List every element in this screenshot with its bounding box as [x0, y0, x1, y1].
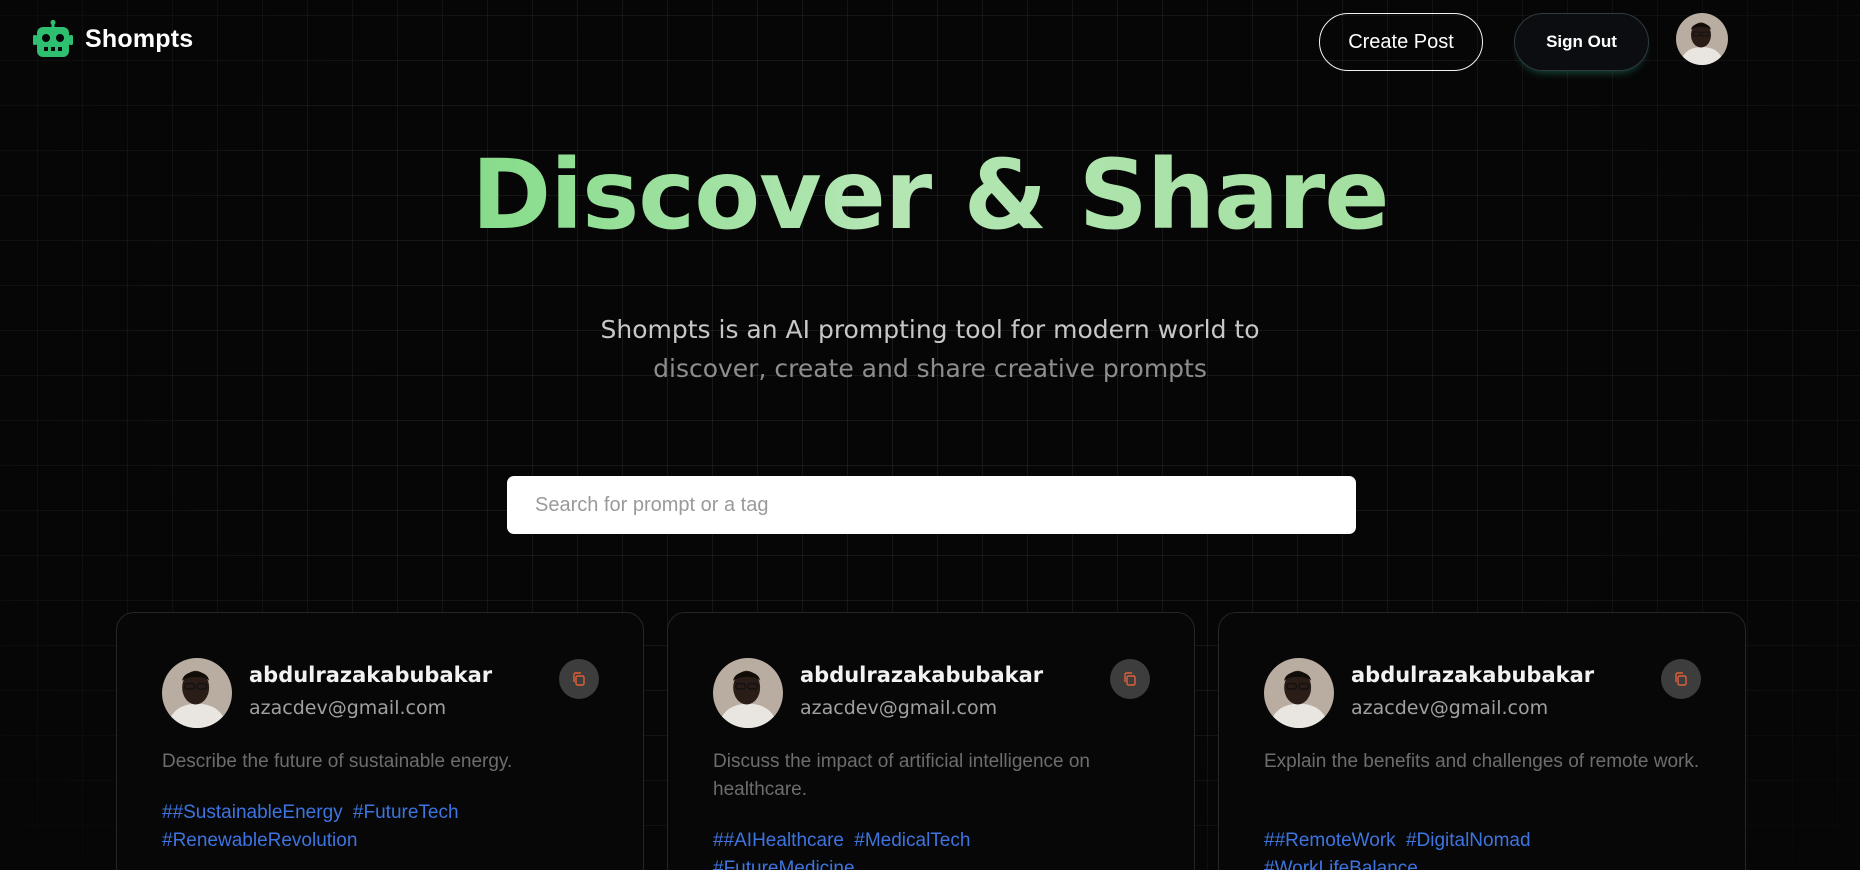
copy-button[interactable] [1661, 659, 1701, 699]
tag[interactable]: ##SustainableEnergy [162, 802, 343, 823]
card-email: azacdev@gmail.com [1351, 697, 1549, 719]
prompt-card[interactable]: abdulrazakabubakar azacdev@gmail.com Dis… [667, 612, 1195, 870]
card-username[interactable]: abdulrazakabubakar [249, 663, 492, 687]
card-tags: ##RemoteWork #DigitalNomad #WorkLifeBala… [1264, 827, 1664, 870]
robot-icon [33, 20, 73, 57]
copy-icon [573, 672, 585, 686]
user-avatar[interactable] [713, 658, 783, 728]
tag[interactable]: ##RemoteWork [1264, 830, 1396, 851]
tag[interactable]: #FutureTech [353, 802, 459, 823]
copy-button[interactable] [1110, 659, 1150, 699]
user-avatar[interactable] [162, 658, 232, 728]
copy-button[interactable] [559, 659, 599, 699]
copy-icon [1675, 672, 1687, 686]
tag[interactable]: #DigitalNomad [1406, 830, 1531, 851]
page-title: Discover & Share [471, 139, 1390, 251]
prompt-card[interactable]: abdulrazakabubakar azacdev@gmail.com Des… [116, 612, 644, 870]
card-tags: ##SustainableEnergy #FutureTech #Renewab… [162, 799, 562, 855]
card-username[interactable]: abdulrazakabubakar [1351, 663, 1594, 687]
tag[interactable]: #WorkLifeBalance [1264, 858, 1418, 870]
card-prompt: Discuss the impact of artificial intelli… [713, 751, 1091, 800]
prompt-card[interactable]: abdulrazakabubakar azacdev@gmail.com Exp… [1218, 612, 1746, 870]
search-input[interactable] [507, 476, 1356, 534]
tag[interactable]: #MedicalTech [854, 830, 970, 851]
copy-icon [1124, 672, 1136, 686]
sign-out-button[interactable]: Sign Out [1514, 13, 1649, 71]
profile-avatar[interactable] [1676, 13, 1728, 65]
card-email: azacdev@gmail.com [249, 697, 447, 719]
card-email: azacdev@gmail.com [800, 697, 998, 719]
card-username[interactable]: abdulrazakabubakar [800, 663, 1043, 687]
page-subtitle: Shompts is an AI prompting tool for mode… [0, 310, 1860, 388]
page: Shompts Create Post Sign Out Discover & … [0, 0, 1860, 870]
card-tags: ##AIHealthcare #MedicalTech #FutureMedic… [713, 827, 1113, 870]
subtitle-line-1: Shompts is an AI prompting tool for mode… [600, 315, 1260, 344]
subtitle-line-2: discover, create and share creative prom… [653, 354, 1207, 383]
tag[interactable]: #RenewableRevolution [162, 830, 357, 851]
card-prompt: Explain the benefits and challenges of r… [1264, 751, 1700, 772]
tag[interactable]: #FutureMedicine [713, 858, 855, 870]
tag[interactable]: ##AIHealthcare [713, 830, 844, 851]
brand-name: Shompts [85, 24, 194, 53]
user-avatar[interactable] [1264, 658, 1334, 728]
card-prompt: Describe the future of sustainable energ… [162, 751, 513, 772]
create-post-button[interactable]: Create Post [1319, 13, 1483, 71]
brand-logo[interactable]: Shompts [33, 20, 193, 58]
